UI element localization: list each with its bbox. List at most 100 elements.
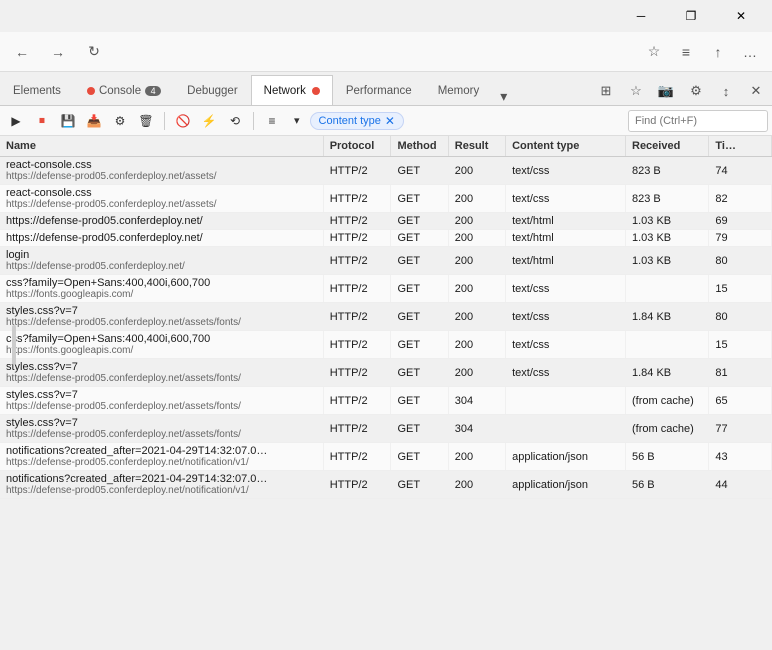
cell-method: GET — [391, 471, 448, 499]
content-type-close-icon[interactable]: ✕ — [385, 114, 395, 128]
cell-name: css?family=Open+Sans:400,400i,600,700htt… — [0, 331, 323, 359]
more-button[interactable]: … — [736, 38, 764, 66]
bookmark-devtools-button[interactable]: ☆ — [622, 77, 650, 105]
throttle-button[interactable]: ⚡ — [197, 109, 221, 133]
tab-memory[interactable]: Memory — [425, 75, 493, 105]
table-row[interactable]: react-console.csshttps://defense-prod05.… — [0, 185, 772, 213]
close-devtools-button[interactable]: ✕ — [742, 77, 770, 105]
more-tabs-button[interactable]: ▾ — [492, 88, 515, 105]
tab-console[interactable]: Console 4 — [74, 75, 174, 105]
disable-cache-button[interactable]: 🚫 — [171, 109, 195, 133]
network-table-container[interactable]: Name Protocol Method Result Content type… — [0, 136, 772, 650]
filter-toggle-button[interactable]: ≡ — [260, 109, 284, 133]
table-row[interactable]: loginhttps://defense-prod05.conferdeploy… — [0, 247, 772, 275]
clear-button[interactable]: 🗑 — [134, 109, 158, 133]
cell-contentType: text/css — [506, 303, 626, 331]
cell-received: (from cache) — [626, 415, 709, 443]
table-row[interactable]: https://defense-prod05.conferdeploy.net/… — [0, 213, 772, 230]
settings-devtools-button[interactable]: ⚙ — [682, 77, 710, 105]
table-row[interactable]: styles.css?v=7https://defense-prod05.con… — [0, 387, 772, 415]
play-button[interactable]: ▶ — [4, 109, 28, 133]
close-button[interactable]: ✕ — [718, 0, 764, 32]
cell-result: 200 — [448, 230, 505, 247]
tab-network-label: Network — [264, 85, 306, 97]
row-name-primary: styles.css?v=7 — [6, 417, 317, 429]
cell-method: GET — [391, 157, 448, 185]
cell-result: 200 — [448, 185, 505, 213]
row-name-url: https://defense-prod05.conferdeploy.net/… — [6, 171, 317, 182]
cell-result: 200 — [448, 247, 505, 275]
tab-performance[interactable]: Performance — [333, 75, 425, 105]
tab-debugger[interactable]: Debugger — [174, 75, 251, 105]
cell-method: GET — [391, 247, 448, 275]
row-name-url: https://defense-prod05.conferdeploy.net/… — [6, 401, 317, 412]
stop-button[interactable]: ⏹ — [30, 109, 54, 133]
network-toolbar: ▶ ⏹ 💾 📥 ⚙ 🗑 🚫 ⚡ ⟲ ≡ ▾ Content type ✕ — [0, 106, 772, 136]
refresh-button[interactable]: ↻ — [80, 38, 108, 66]
cell-contentType: text/css — [506, 185, 626, 213]
cell-name: notifications?created_after=2021-04-29T1… — [0, 471, 323, 499]
cell-protocol: HTTP/2 — [323, 230, 391, 247]
read-button[interactable]: ≡ — [672, 38, 700, 66]
table-row[interactable]: notifications?created_after=2021-04-29T1… — [0, 471, 772, 499]
console-error-dot — [87, 87, 95, 95]
cell-received — [626, 275, 709, 303]
cell-protocol: HTTP/2 — [323, 443, 391, 471]
save-har-button[interactable]: 💾 — [56, 109, 80, 133]
dock-button[interactable]: ↕ — [712, 77, 740, 105]
row-name-url: https://defense-prod05.conferdeploy.net/… — [6, 485, 317, 496]
cell-name: styles.css?v=7https://defense-prod05.con… — [0, 387, 323, 415]
col-header-name[interactable]: Name — [0, 136, 323, 157]
cell-time: 80 — [709, 247, 772, 275]
cell-contentType: text/html — [506, 230, 626, 247]
table-row[interactable]: notifications?created_after=2021-04-29T1… — [0, 443, 772, 471]
table-row[interactable]: https://defense-prod05.conferdeploy.net/… — [0, 230, 772, 247]
table-row[interactable]: react-console.csshttps://defense-prod05.… — [0, 157, 772, 185]
cell-time: 74 — [709, 157, 772, 185]
cell-received: 1.03 KB — [626, 213, 709, 230]
cell-time: 82 — [709, 185, 772, 213]
tab-elements-label: Elements — [13, 85, 61, 97]
row-name-url: https://fonts.googleapis.com/ — [6, 345, 317, 356]
table-row[interactable]: styles.css?v=7https://defense-prod05.con… — [0, 415, 772, 443]
col-header-result[interactable]: Result — [448, 136, 505, 157]
back-button[interactable]: ← — [8, 38, 36, 66]
col-header-protocol[interactable]: Protocol — [323, 136, 391, 157]
minimize-button[interactable]: ─ — [618, 0, 664, 32]
favorites-button[interactable]: ☆ — [640, 38, 668, 66]
table-row[interactable]: css?family=Open+Sans:400,400i,600,700htt… — [0, 275, 772, 303]
tab-network[interactable]: Network — [251, 75, 333, 105]
cell-contentType: text/html — [506, 213, 626, 230]
cell-contentType — [506, 415, 626, 443]
filter-arrow-icon: ▾ — [294, 114, 300, 127]
screenshot-button[interactable]: 📷 — [652, 77, 680, 105]
import-har-button[interactable]: 📥 — [82, 109, 106, 133]
network-search-input[interactable] — [628, 110, 768, 132]
col-header-time[interactable]: Ti… — [709, 136, 772, 157]
share-button[interactable]: ↑ — [704, 38, 732, 66]
responsive-mode-button[interactable]: ⊞ — [592, 77, 620, 105]
restore-button[interactable]: ❐ — [668, 0, 714, 32]
row-name-primary: styles.css?v=7 — [6, 305, 317, 317]
col-header-received[interactable]: Received — [626, 136, 709, 157]
cell-protocol: HTTP/2 — [323, 387, 391, 415]
content-type-filter-pill[interactable]: Content type ✕ — [310, 112, 404, 130]
cell-time: 79 — [709, 230, 772, 247]
filter-dropdown-button[interactable]: ▾ — [286, 112, 308, 129]
forward-button[interactable]: → — [44, 38, 72, 66]
resize-handle[interactable] — [12, 325, 16, 365]
reload-button[interactable]: ⟲ — [223, 109, 247, 133]
cell-contentType: application/json — [506, 471, 626, 499]
network-settings-button[interactable]: ⚙ — [108, 109, 132, 133]
table-row[interactable]: styles.css?v=7https://defense-prod05.con… — [0, 303, 772, 331]
cell-contentType: text/css — [506, 359, 626, 387]
cell-received: (from cache) — [626, 387, 709, 415]
toolbar-separator-2 — [253, 112, 254, 130]
cell-name: notifications?created_after=2021-04-29T1… — [0, 443, 323, 471]
cell-result: 200 — [448, 213, 505, 230]
table-row[interactable]: styles.css?v=7https://defense-prod05.con… — [0, 359, 772, 387]
table-row[interactable]: css?family=Open+Sans:400,400i,600,700htt… — [0, 331, 772, 359]
col-header-content-type[interactable]: Content type — [506, 136, 626, 157]
tab-elements[interactable]: Elements — [0, 75, 74, 105]
col-header-method[interactable]: Method — [391, 136, 448, 157]
